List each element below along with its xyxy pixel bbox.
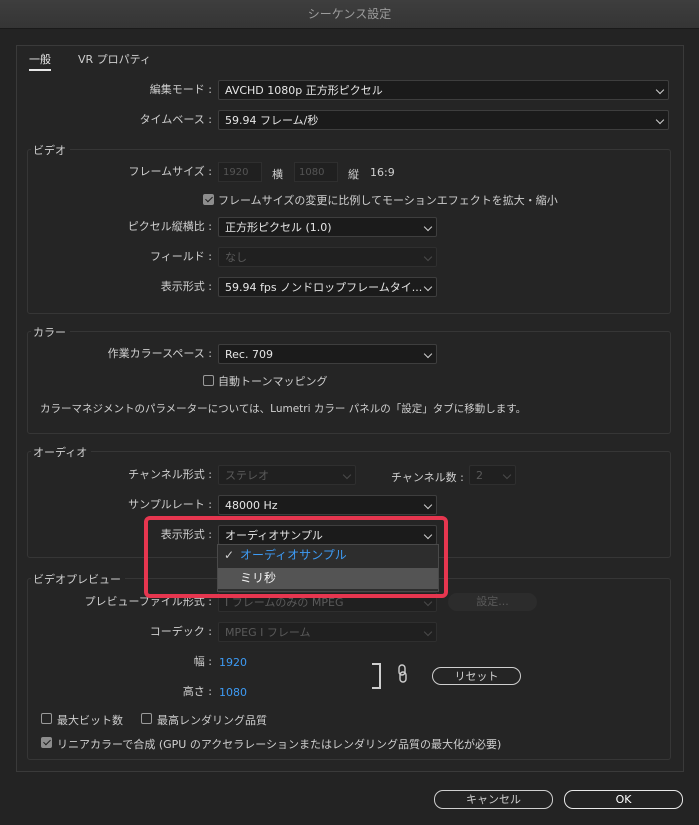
aspect-ratio: 16:9 [370, 166, 395, 179]
window-title: シーケンス設定 [0, 0, 699, 29]
codec-label: コーデック : [149, 625, 212, 638]
reset-button[interactable]: リセット [432, 667, 521, 685]
chevron-down-icon [502, 470, 512, 480]
channel-count-label: チャンネル数 : [391, 471, 464, 484]
linear-color-checkbox[interactable] [41, 737, 52, 748]
ok-button[interactable]: OK [564, 790, 683, 809]
video-display-format-select[interactable]: 59.94 fps ノンドロップフレームタイ... [218, 277, 437, 297]
annotation-highlight [144, 516, 448, 598]
max-bit-depth-checkbox[interactable] [41, 713, 52, 724]
frame-width-unit: 横 [272, 168, 283, 181]
working-space-value: Rec. 709 [225, 348, 273, 361]
channel-format-select[interactable]: ステレオ [218, 465, 356, 485]
preview-height-label: 高さ : [182, 685, 212, 698]
tab-general[interactable]: 一般 [29, 51, 51, 71]
chevron-down-icon [423, 252, 433, 262]
codec-value: MPEG I フレーム [225, 626, 311, 639]
chevron-down-icon [423, 500, 433, 510]
field-select[interactable]: なし [218, 247, 437, 267]
auto-tone-checkbox[interactable] [203, 375, 214, 386]
settings-button[interactable]: 設定... [448, 593, 537, 611]
chevron-down-icon [342, 470, 352, 480]
channel-count-value: 2 [476, 469, 483, 482]
field-label: フィールド : [150, 250, 212, 263]
channel-format-label: チャンネル形式 : [128, 468, 212, 481]
timebase-select[interactable]: 59.94 フレーム/秒 [218, 110, 669, 130]
codec-select[interactable]: MPEG I フレーム [218, 622, 437, 642]
chevron-down-icon [423, 222, 433, 232]
timebase-value: 59.94 フレーム/秒 [225, 114, 319, 127]
working-space-select[interactable]: Rec. 709 [218, 344, 437, 364]
video-display-format-value: 59.94 fps ノンドロップフレームタイ... [225, 281, 423, 294]
auto-tone-label: 自動トーンマッピング [218, 375, 328, 388]
channel-count-select[interactable]: 2 [469, 465, 516, 485]
link-icon[interactable] [397, 664, 408, 684]
pixel-aspect-label: ピクセル縦横比 : [127, 220, 212, 233]
chevron-down-icon [655, 115, 665, 125]
max-render-quality-checkbox[interactable] [141, 713, 152, 724]
max-render-quality-label: 最高レンダリング品質 [157, 714, 267, 727]
preview-width-label: 幅 : [193, 655, 212, 668]
max-bit-depth-label: 最大ビット数 [57, 714, 123, 727]
working-space-label: 作業カラースペース : [107, 347, 212, 360]
pixel-aspect-value: 正方形ピクセル (1.0) [225, 221, 332, 234]
color-section-title: カラー [31, 324, 70, 340]
frame-width-input[interactable]: 1920 [218, 162, 262, 182]
scale-motion-label: フレームサイズの変更に比例してモーションエフェクトを拡大・縮小 [218, 194, 558, 207]
sample-rate-label: サンプルレート : [128, 498, 212, 511]
editing-mode-value: AVCHD 1080p 正方形ピクセル [225, 84, 383, 97]
video-section-title: ビデオ [31, 142, 70, 158]
video-display-format-label: 表示形式 : [160, 280, 212, 293]
editing-mode-select[interactable]: AVCHD 1080p 正方形ピクセル [218, 80, 669, 100]
chevron-down-icon [423, 282, 433, 292]
channel-format-value: ステレオ [225, 469, 269, 482]
chevron-down-icon [423, 597, 433, 607]
editing-mode-label: 編集モード : [149, 83, 212, 96]
preview-width-value[interactable]: 1920 [219, 656, 247, 669]
field-value: なし [225, 251, 247, 264]
chevron-down-icon [423, 349, 433, 359]
chevron-down-icon [423, 627, 433, 637]
timebase-label: タイムベース : [139, 113, 212, 126]
linear-color-label: リニアカラーで合成 (GPU のアクセラレーションまたはレンダリング品質の最大化… [57, 738, 502, 751]
video-preview-section-title: ビデオプレビュー [31, 571, 125, 587]
color-note: カラーマネジメントのパラメーターについては、Lumetri カラー パネルの「設… [40, 403, 527, 415]
preview-height-value[interactable]: 1080 [219, 686, 247, 699]
chevron-down-icon [655, 85, 665, 95]
frame-height-input[interactable]: 1080 [294, 162, 338, 182]
sample-rate-select[interactable]: 48000 Hz [218, 495, 437, 515]
frame-height-unit: 縦 [348, 168, 359, 181]
cancel-button[interactable]: キャンセル [434, 790, 553, 809]
scale-motion-checkbox[interactable] [203, 194, 214, 205]
audio-section-title: オーディオ [31, 444, 92, 460]
pixel-aspect-select[interactable]: 正方形ピクセル (1.0) [218, 217, 437, 237]
sample-rate-value: 48000 Hz [225, 499, 278, 512]
tab-vr-properties[interactable]: VR プロパティ [78, 51, 151, 67]
frame-size-label: フレームサイズ : [128, 165, 212, 178]
bracket-icon [372, 663, 381, 689]
